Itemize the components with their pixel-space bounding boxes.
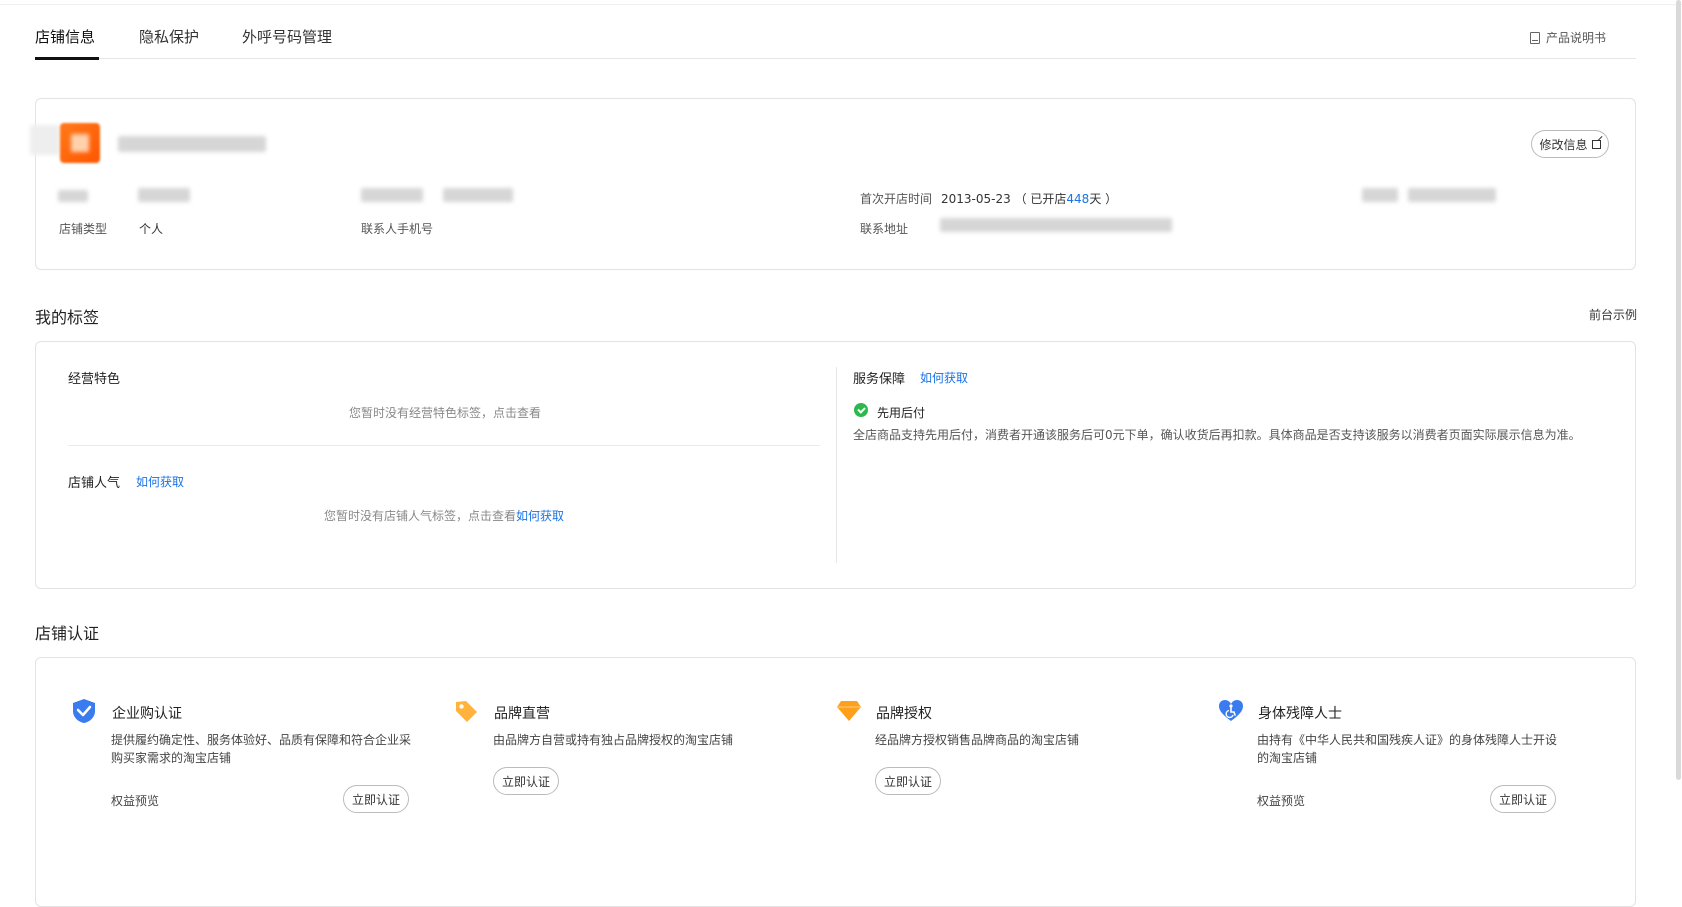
popularity-empty-text: 您暂时没有店铺人气标签，点击查看: [324, 509, 517, 523]
tags-card: 经营特色 您暂时没有经营特色标签，点击查看 店铺人气 如何获取 您暂时没有店铺人…: [35, 341, 1636, 589]
diamond-icon: [837, 701, 861, 721]
cert-desc-enterprise: 提供履约确定性、服务体验好、品质有保障和符合企业采购买家需求的淘宝店铺: [111, 733, 412, 765]
certify-button-brand-direct[interactable]: 立即认证: [493, 767, 559, 795]
edit-info-button[interactable]: 修改信息: [1531, 130, 1609, 158]
avatar-glow: [30, 125, 60, 155]
cert-title-disability: 身体残障人士: [1258, 706, 1342, 722]
certify-button-brand-auth[interactable]: 立即认证: [875, 767, 941, 795]
certify-button-disability[interactable]: 立即认证: [1490, 785, 1556, 813]
tab-shop-info[interactable]: 店铺信息: [35, 26, 95, 47]
first-open-label: 首次开店时间: [860, 192, 933, 206]
pay-later-desc: 全店商品支持先用后付，消费者开通该服务后可0元下单，确认收货后再扣款。具体商品是…: [853, 428, 1581, 442]
address-label: 联系地址: [860, 222, 909, 236]
benefit-preview-link[interactable]: 权益预览: [111, 792, 159, 809]
redacted-label: [1362, 188, 1398, 202]
heart-accessibility-icon: [1219, 700, 1243, 721]
tab-privacy[interactable]: 隐私保护: [139, 26, 199, 47]
first-open-date: 2013-05-23: [941, 192, 1011, 206]
tabs-divider: [35, 58, 1636, 59]
cert-section-title: 店铺认证: [35, 624, 100, 643]
popularity-empty: 您暂时没有店铺人气标签，点击查看如何获取: [324, 507, 564, 524]
certify-button-enterprise[interactable]: 立即认证: [343, 785, 409, 813]
tab-outbound-numbers[interactable]: 外呼号码管理: [242, 26, 332, 47]
cert-title-brand-direct: 品牌直营: [494, 706, 550, 722]
cert-desc-brand-direct: 由品牌方自营或持有独占品牌授权的淘宝店铺: [493, 733, 734, 747]
popularity-empty-link[interactable]: 如何获取: [516, 509, 564, 523]
opened-suffix: 天 ）: [1089, 192, 1118, 206]
external-edit-icon: [1591, 139, 1601, 149]
active-tab-indicator: [35, 57, 99, 60]
opened-prefix: （ 已开店: [1014, 192, 1067, 206]
product-manual-link[interactable]: 产品说明书: [1530, 29, 1606, 46]
edit-info-label: 修改信息: [1539, 137, 1588, 152]
redacted-value: [443, 188, 513, 202]
business-feature-title: 经营特色: [68, 372, 121, 387]
cert-title-brand-auth: 品牌授权: [876, 706, 932, 722]
check-badge-icon: [854, 403, 868, 417]
redacted-label: [361, 188, 423, 202]
popularity-title: 店铺人气: [68, 476, 121, 491]
shield-check-icon: [73, 699, 95, 723]
popularity-how-link[interactable]: 如何获取: [136, 473, 184, 490]
cert-desc-brand-auth: 经品牌方授权销售品牌商品的淘宝店铺: [875, 733, 1080, 747]
top-border: [0, 4, 1682, 5]
avatar-detail: [71, 134, 89, 152]
service-title: 服务保障: [853, 372, 906, 387]
redacted-label: [58, 190, 88, 202]
product-manual-label: 产品说明书: [1546, 31, 1607, 45]
shop-type-label: 店铺类型: [59, 222, 108, 236]
cert-desc-disability: 由持有《中华人民共和国残疾人证》的身体残障人士开设的淘宝店铺: [1257, 733, 1558, 765]
tags-vertical-divider: [836, 367, 837, 563]
tags-divider: [68, 445, 820, 446]
redacted-value: [138, 188, 190, 202]
address-redacted: [940, 218, 1172, 232]
contact-phone-label: 联系人手机号: [361, 222, 434, 236]
redacted-value: [1408, 188, 1496, 202]
service-how-link[interactable]: 如何获取: [920, 369, 968, 386]
opened-days: 448: [1066, 192, 1090, 206]
tags-section-title: 我的标签: [35, 308, 100, 327]
tag-icon: [456, 701, 477, 722]
cert-card: 企业购认证 提供履约确定性、服务体验好、品质有保障和符合企业采购买家需求的淘宝店…: [35, 657, 1636, 907]
benefit-preview-link[interactable]: 权益预览: [1257, 792, 1305, 809]
book-icon: [1530, 31, 1540, 44]
business-feature-empty[interactable]: 您暂时没有经营特色标签，点击查看: [349, 404, 541, 421]
cert-title-enterprise: 企业购认证: [112, 706, 182, 722]
shop-type-value: 个人: [139, 222, 164, 236]
shop-info-card: 修改信息 首次开店时间 2013-05-23 （ 已开店448天 ） 店铺类型 …: [30, 98, 1636, 270]
vertical-scrollbar[interactable]: [1676, 0, 1681, 780]
first-open-value: 2013-05-23 （ 已开店448天 ）: [941, 190, 1117, 207]
shop-name-redacted: [118, 136, 266, 152]
front-demo-link[interactable]: 前台示例: [1589, 306, 1637, 323]
pay-later-title: 先用后付: [877, 406, 926, 420]
